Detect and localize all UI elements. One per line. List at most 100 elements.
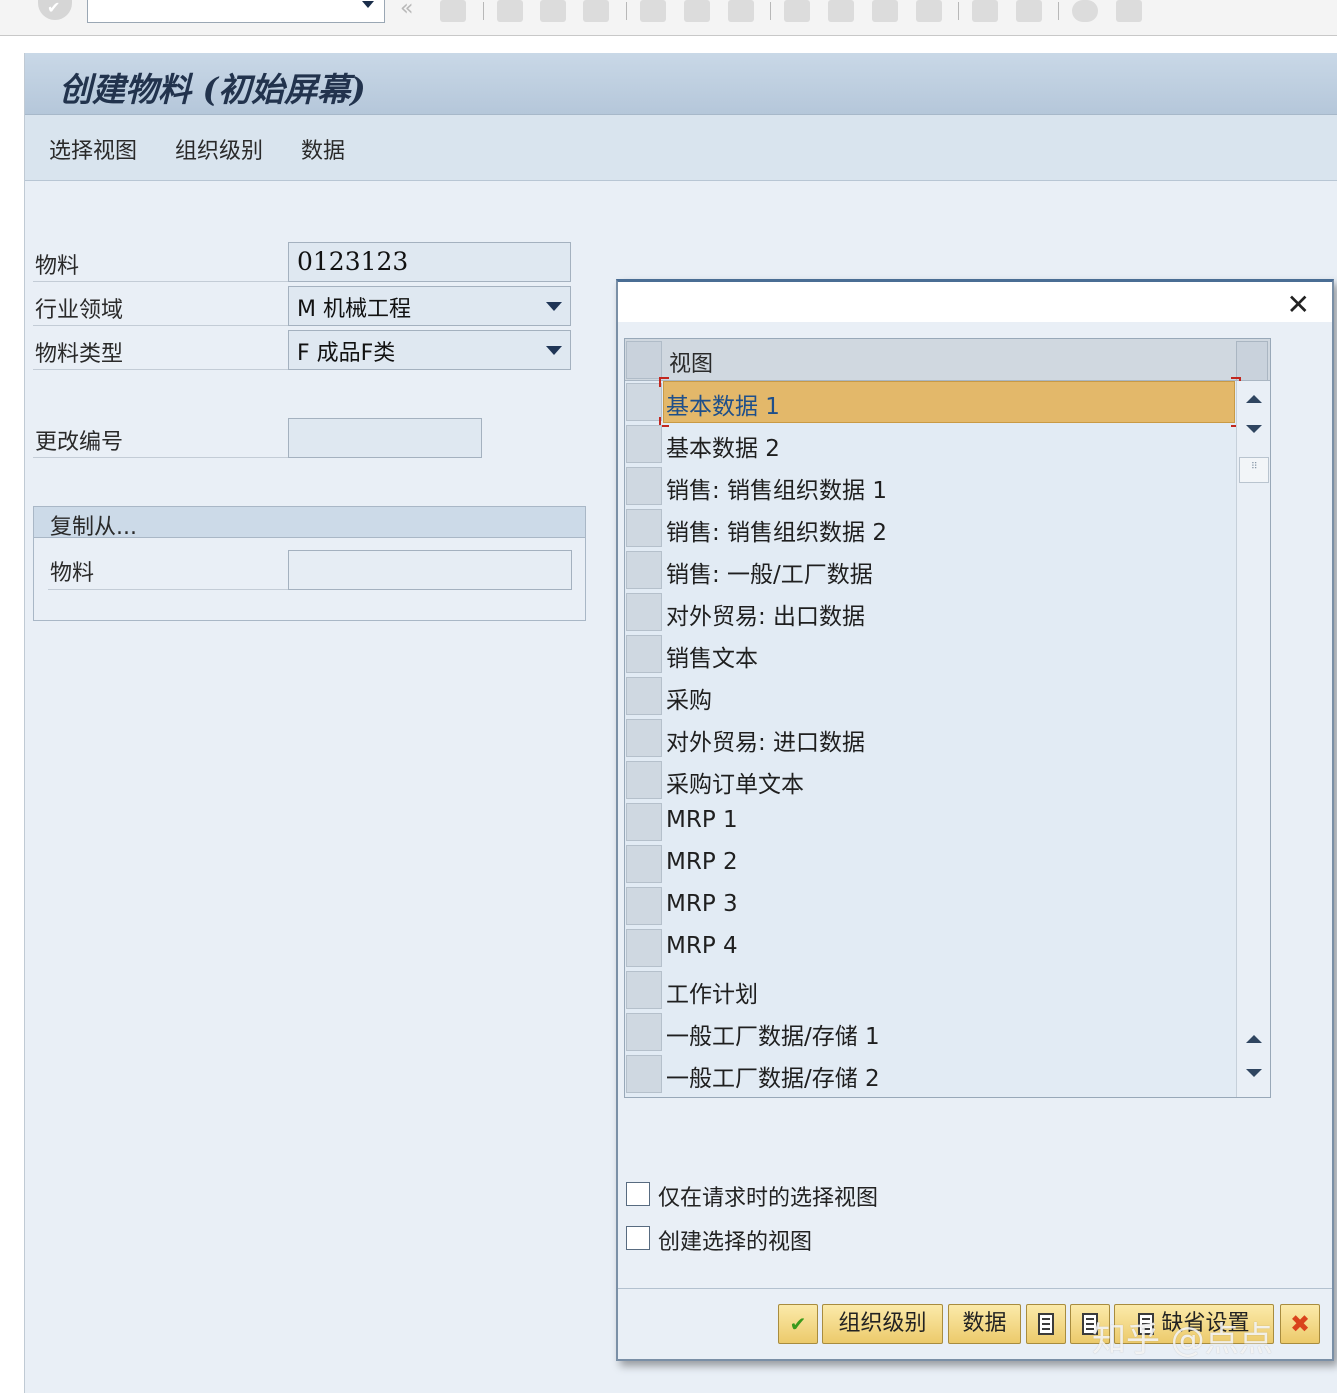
table-row[interactable]: 采购订单文本: [625, 759, 1235, 801]
menu-select-views[interactable]: 选择视图: [49, 133, 137, 165]
material-value: 0123123: [297, 247, 409, 276]
enter-icon[interactable]: ✔: [38, 0, 72, 20]
next-page-icon[interactable]: [872, 0, 898, 22]
table-row[interactable]: 对外贸易: 出口数据: [625, 591, 1235, 633]
checkbox-request-box[interactable]: [626, 1182, 650, 1206]
layout-icon[interactable]: [1116, 0, 1142, 22]
table-row[interactable]: MRP 3: [625, 885, 1235, 927]
help-icon[interactable]: [1072, 0, 1098, 22]
row-label: 采购: [666, 688, 712, 714]
table-row[interactable]: 销售文本: [625, 633, 1235, 675]
back-icon[interactable]: [497, 0, 523, 22]
new-session-icon[interactable]: [972, 0, 998, 22]
material-type-dropdown[interactable]: F 成品F类: [288, 330, 571, 370]
table-row[interactable]: 销售: 销售组织数据 2: [625, 507, 1235, 549]
cancel-icon[interactable]: [583, 0, 609, 22]
chevron-down-icon[interactable]: [546, 302, 562, 311]
print-icon[interactable]: [640, 0, 666, 22]
table-row[interactable]: MRP 1: [625, 801, 1235, 843]
command-field[interactable]: [87, 0, 385, 23]
exit-icon[interactable]: [540, 0, 566, 22]
row-select-cell[interactable]: [626, 887, 662, 925]
deselect-all-button[interactable]: [1070, 1304, 1110, 1344]
previous-page-icon[interactable]: [828, 0, 854, 22]
table-row[interactable]: 一般工厂数据/存储 2: [625, 1053, 1235, 1095]
scroll-up-icon[interactable]: [1246, 395, 1262, 403]
row-label: MRP 3: [666, 891, 738, 917]
scroll-down-icon[interactable]: [1246, 425, 1262, 433]
select-all-button[interactable]: [1026, 1304, 1066, 1344]
row-label: 一般工厂数据/存储 2: [666, 1066, 880, 1092]
row-select-cell[interactable]: [626, 383, 662, 421]
row-select-cell[interactable]: [626, 551, 662, 589]
views-table: 视图 基本数据 1 基本数据 2 销售: 销售组织数据 1 销售: 销售组织数据 2 销…: [624, 338, 1271, 1098]
chevron-down-icon[interactable]: [546, 346, 562, 355]
table-row[interactable]: 采购: [625, 675, 1235, 717]
row-select-cell[interactable]: [626, 635, 662, 673]
find-icon[interactable]: [684, 0, 710, 22]
row-select-cell[interactable]: [626, 803, 662, 841]
org-levels-button[interactable]: 组织级别: [822, 1304, 943, 1344]
row-select-cell[interactable]: [626, 593, 662, 631]
shortcut-icon[interactable]: [1016, 0, 1042, 22]
toolbar-separator: [1058, 2, 1059, 20]
chevron-down-icon[interactable]: [362, 1, 374, 8]
row-select-cell[interactable]: [626, 845, 662, 883]
data-button[interactable]: 数据: [948, 1304, 1021, 1344]
row-select-cell[interactable]: [626, 425, 662, 463]
row-select-cell[interactable]: [626, 467, 662, 505]
continue-button[interactable]: ✔: [778, 1304, 818, 1344]
default-settings-icon: [1138, 1313, 1155, 1335]
table-settings-cell[interactable]: [1236, 341, 1268, 381]
table-row[interactable]: 工作计划: [625, 969, 1235, 1011]
row-label: 工作计划: [666, 982, 758, 1008]
scroll-thumb[interactable]: ⠿: [1239, 457, 1269, 483]
default-settings-button[interactable]: 缺省设置: [1114, 1304, 1274, 1344]
dialog-header: ✕: [618, 282, 1332, 322]
checkbox-create-box[interactable]: [626, 1226, 650, 1250]
table-row[interactable]: 对外贸易: 进口数据: [625, 717, 1235, 759]
row-select-cell[interactable]: [626, 677, 662, 715]
table-row[interactable]: 一般工厂数据/存储 1: [625, 1011, 1235, 1053]
table-row[interactable]: 销售: 销售组织数据 1: [625, 465, 1235, 507]
industry-dropdown[interactable]: M 机械工程: [288, 286, 571, 326]
row-select-cell[interactable]: [626, 719, 662, 757]
row-select-cell[interactable]: [626, 971, 662, 1009]
cancel-button[interactable]: ✖: [1280, 1304, 1320, 1344]
row-select-cell[interactable]: [626, 1055, 662, 1093]
back-double-icon[interactable]: «: [400, 0, 413, 21]
vertical-scrollbar[interactable]: ⠿: [1236, 381, 1270, 1097]
table-row[interactable]: 基本数据 1: [625, 377, 1241, 427]
copy-material-input[interactable]: [288, 550, 572, 590]
table-row[interactable]: 销售: 一般/工厂数据: [625, 549, 1235, 591]
table-row[interactable]: 基本数据 2: [625, 423, 1235, 465]
save-icon[interactable]: [440, 0, 466, 22]
toolbar-separator: [958, 2, 959, 20]
change-number-label: 更改编号: [35, 430, 124, 455]
find-next-icon[interactable]: [728, 0, 754, 22]
page-up-icon[interactable]: [1246, 1035, 1262, 1043]
title-bar: 创建物料 (初始屏幕): [25, 53, 1337, 115]
row-background: [663, 927, 1235, 969]
change-number-input[interactable]: [288, 418, 482, 458]
row-label: 销售: 销售组织数据 2: [666, 520, 888, 546]
copy-material-label: 物料: [50, 561, 95, 586]
table-row[interactable]: MRP 4: [625, 927, 1235, 969]
toolbar-separator: [483, 2, 484, 20]
row-background: [663, 843, 1235, 885]
select-all-cell[interactable]: [626, 341, 662, 379]
close-icon[interactable]: ✕: [1287, 288, 1310, 321]
last-page-icon[interactable]: [916, 0, 942, 22]
industry-value: M 机械工程: [297, 297, 411, 322]
material-input[interactable]: 0123123: [288, 242, 571, 282]
page-down-icon[interactable]: [1246, 1069, 1262, 1077]
menu-data[interactable]: 数据: [301, 133, 345, 165]
row-select-cell[interactable]: [626, 929, 662, 967]
first-page-icon[interactable]: [784, 0, 810, 22]
row-select-cell[interactable]: [626, 509, 662, 547]
row-select-cell[interactable]: [626, 1013, 662, 1051]
table-row[interactable]: MRP 2: [625, 843, 1235, 885]
menu-org-levels[interactable]: 组织级别: [175, 133, 263, 165]
row-select-cell[interactable]: [626, 761, 662, 799]
deselect-all-icon: [1082, 1313, 1098, 1335]
